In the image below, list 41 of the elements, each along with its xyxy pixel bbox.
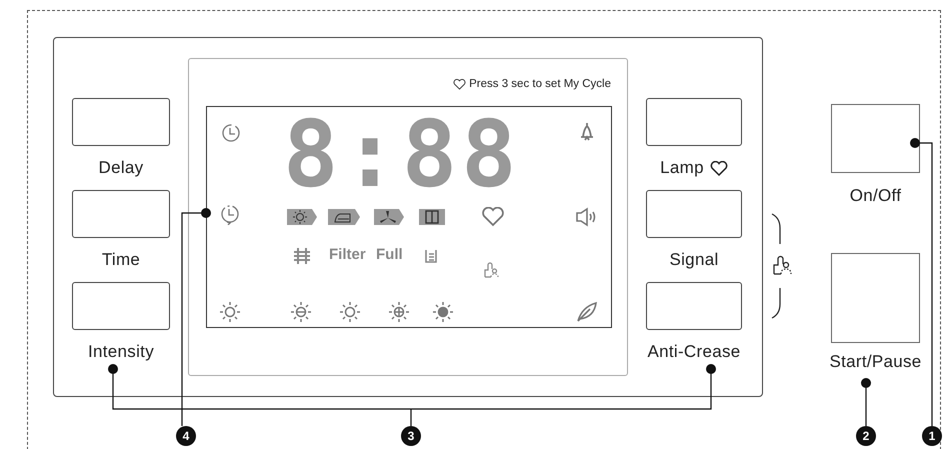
callout-number: 4	[176, 426, 196, 446]
panel-button[interactable]	[646, 282, 742, 330]
filter-indicator: Filter	[329, 246, 366, 264]
button-label: On/Off	[850, 185, 902, 207]
button-label: Signal	[669, 249, 719, 271]
sun-level-icon	[340, 302, 360, 322]
sun-level-icon	[389, 302, 409, 322]
callout-number: 2	[856, 426, 876, 446]
full-indicator: Full	[376, 246, 403, 264]
digit-readout: 8:88	[283, 109, 521, 201]
button-label: Intensity	[88, 341, 154, 363]
panel-button[interactable]	[646, 190, 742, 238]
heart-icon	[453, 78, 466, 90]
start-pause-button[interactable]	[831, 253, 920, 343]
heart-icon	[482, 207, 504, 227]
callout-number: 3	[401, 426, 421, 446]
sun-level-icon	[433, 302, 453, 322]
button-label: Time	[102, 249, 140, 271]
button-label: Start/Pause	[829, 351, 922, 373]
clock-icon	[221, 123, 241, 143]
sun-icon	[220, 302, 240, 322]
cabinet-tag-icon	[419, 209, 445, 225]
button-label: Delay	[98, 157, 144, 179]
panel-button[interactable]	[72, 282, 170, 330]
leader-line	[861, 378, 871, 426]
leaf-icon	[576, 301, 598, 323]
panel-button[interactable]	[72, 190, 170, 238]
rack-icon	[293, 247, 311, 265]
iron-tag-icon	[328, 209, 360, 225]
callout-number: 1	[922, 426, 942, 446]
sun-tag-icon	[287, 209, 317, 225]
child-lock-icon	[483, 261, 500, 279]
fan-tag-icon	[374, 209, 404, 225]
button-label: Anti-Crease	[647, 341, 741, 363]
power-button[interactable]	[831, 104, 920, 173]
button-label: Lamp	[660, 157, 704, 179]
panel-button[interactable]	[72, 98, 170, 146]
hint-text: Press 3 sec to set My Cycle	[469, 78, 611, 90]
list-icon	[424, 248, 439, 264]
panel-button[interactable]	[646, 98, 742, 146]
sun-level-icon	[291, 302, 311, 322]
